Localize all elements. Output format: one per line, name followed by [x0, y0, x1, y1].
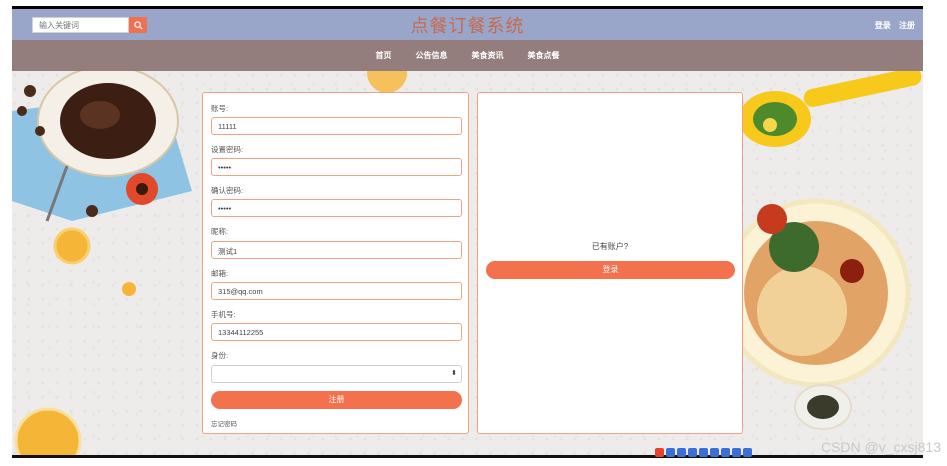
header-bar: 点餐订餐系统 登录 注册 [12, 9, 923, 40]
register-submit-button[interactable]: 注册 [211, 391, 462, 409]
keyboard-icon[interactable] [710, 447, 719, 457]
register-form-panel: 账号: 11111 设置密码: ••••• 确认密码: ••••• 昵称: 测试… [202, 92, 469, 434]
main-nav: 首页 公告信息 美食资讯 美食点餐 [12, 40, 923, 71]
punctuation-icon[interactable] [677, 447, 686, 457]
account-input[interactable]: 11111 [211, 117, 462, 135]
select-arrows-icon: ⬍ [451, 370, 457, 377]
nav-item-home[interactable]: 首页 [376, 50, 392, 61]
password-label: 设置密码: [211, 145, 244, 154]
register-link[interactable]: 注册 [899, 21, 915, 30]
bottom-border [12, 455, 923, 458]
role-label: 身份: [211, 351, 229, 360]
confirm-password-label: 确认密码: [211, 186, 244, 195]
password-input[interactable]: ••••• [211, 158, 462, 176]
role-select-value [212, 371, 224, 379]
sogou-icon[interactable] [655, 447, 664, 457]
login-button[interactable]: 登录 [486, 261, 735, 279]
has-account-text: 已有账户? [591, 242, 629, 251]
phone-input[interactable]: 13344112255 [211, 323, 462, 341]
forgot-password-link[interactable]: 忘记密码 [211, 418, 237, 428]
account-label: 账号: [211, 104, 229, 113]
shirt-icon[interactable] [732, 447, 741, 457]
phone-label: 手机号: [211, 310, 236, 319]
email-label: 邮箱: [211, 269, 229, 278]
confirm-password-input[interactable]: ••••• [211, 199, 462, 217]
login-link[interactable]: 登录 [875, 21, 891, 30]
top-links: 登录 注册 [869, 20, 915, 31]
grid-icon[interactable] [743, 447, 752, 457]
microphone-icon[interactable] [699, 447, 708, 457]
watermark: CSDN @v_cxsj813 [820, 439, 941, 455]
email-input[interactable]: 315@qq.com [211, 282, 462, 300]
user-icon[interactable] [721, 447, 730, 457]
chinese-mode-icon[interactable] [666, 447, 675, 457]
nav-item-announcements[interactable]: 公告信息 [416, 50, 448, 61]
role-select[interactable]: ⬍ [211, 365, 462, 383]
nav-item-food-news[interactable]: 美食资讯 [472, 50, 504, 61]
site-title: 点餐订餐系统 [410, 16, 525, 37]
ime-toolbar [655, 447, 752, 457]
nav-item-food-order[interactable]: 美食点餐 [528, 50, 560, 61]
login-side-panel: 已有账户? 登录 [477, 92, 743, 434]
emoji-icon[interactable] [688, 447, 697, 457]
nickname-label: 昵称: [211, 227, 229, 236]
nickname-input[interactable]: 测试1 [211, 241, 462, 259]
